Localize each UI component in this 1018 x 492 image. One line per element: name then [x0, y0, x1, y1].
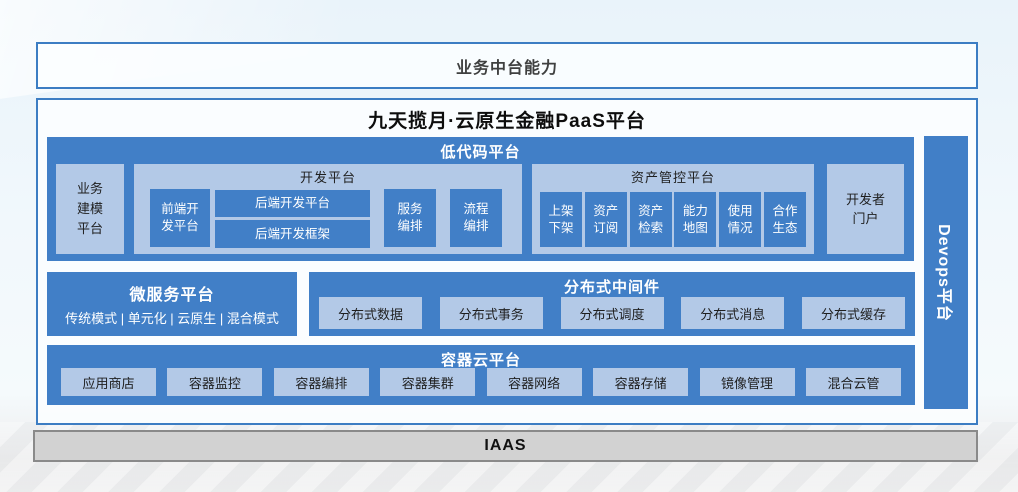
container-item-image-mgmt: 镜像管理: [700, 368, 795, 396]
microservice-modes-label: 传统模式 | 单元化 | 云原生 | 混合模式: [65, 308, 279, 327]
asset-item-search: 资产 检索: [630, 192, 672, 247]
container-item-storage: 容器存储: [593, 368, 688, 396]
container-item-cluster: 容器集群: [380, 368, 475, 396]
dev-platform-title: 开发平台: [134, 164, 522, 186]
middleware-item-data: 分布式数据: [319, 297, 422, 329]
middleware-item-cache: 分布式缓存: [802, 297, 905, 329]
asset-item-cooperation: 合作 生态: [764, 192, 806, 247]
container-item-orchestration: 容器编排: [274, 368, 369, 396]
middleware-item-transaction: 分布式事务: [440, 297, 543, 329]
container-cloud-items-row: 应用商店 容器监控 容器编排 容器集群 容器网络 容器存储 镜像管理 混合云管: [61, 368, 901, 396]
asset-control-platform-group: 资产管控平台 上架 下架 资产 订阅 资产 检索 能力 地图 使用 情况 合作 …: [532, 164, 814, 254]
paas-platform-title: 九天揽月·云原生金融PaaS平台: [38, 106, 976, 133]
container-item-monitoring: 容器监控: [167, 368, 262, 396]
asset-item-usage: 使用 情况: [719, 192, 761, 247]
distributed-middleware-section: 分布式中间件 分布式数据 分布式事务 分布式调度 分布式消息 分布式缓存: [309, 272, 915, 336]
container-item-hybrid-cloud: 混合云管: [806, 368, 901, 396]
business-capability-label: 业务中台能力: [456, 54, 558, 78]
dev-platform-group: 开发平台 前端开 发平台 后端开发平台 后端开发框架 服务 编排 流程 编排: [134, 164, 522, 254]
asset-item-capability-map: 能力 地图: [674, 192, 716, 247]
container-item-network: 容器网络: [487, 368, 582, 396]
microservice-platform-title: 微服务平台: [129, 281, 214, 305]
iaas-label: IAAS: [484, 437, 526, 455]
business-modeling-platform-box: 业务 建模 平台: [56, 164, 124, 254]
frontend-dev-platform-box: 前端开 发平台: [150, 189, 210, 247]
lowcode-platform-title: 低代码平台: [47, 137, 914, 162]
devops-platform-bar: Devops平台: [924, 136, 968, 409]
process-orchestration-box: 流程 编排: [450, 189, 502, 247]
middleware-items-row: 分布式数据 分布式事务 分布式调度 分布式消息 分布式缓存: [319, 297, 905, 329]
iaas-bar: IAAS: [33, 430, 978, 462]
container-cloud-platform-section: 容器云平台 应用商店 容器监控 容器编排 容器集群 容器网络 容器存储 镜像管理…: [47, 345, 915, 405]
middleware-item-message: 分布式消息: [681, 297, 784, 329]
asset-control-items-row: 上架 下架 资产 订阅 资产 检索 能力 地图 使用 情况 合作 生态: [540, 192, 806, 247]
lowcode-platform-section: 低代码平台 业务 建模 平台 开发平台 前端开 发平台 后端开发平台 后端开发框…: [47, 137, 914, 261]
service-orchestration-box: 服务 编排: [384, 189, 436, 247]
microservice-platform-section: 微服务平台 传统模式 | 单元化 | 云原生 | 混合模式: [47, 272, 297, 336]
asset-item-shelf: 上架 下架: [540, 192, 582, 247]
middleware-item-scheduling: 分布式调度: [561, 297, 664, 329]
developer-portal-box: 开发者 门户: [827, 164, 904, 254]
distributed-middleware-title: 分布式中间件: [309, 272, 915, 297]
container-cloud-platform-title: 容器云平台: [47, 345, 915, 370]
business-capability-box: 业务中台能力: [36, 42, 978, 89]
asset-control-platform-title: 资产管控平台: [532, 164, 814, 186]
paas-platform-box: 九天揽月·云原生金融PaaS平台 低代码平台 业务 建模 平台 开发平台 前端开…: [36, 98, 978, 425]
devops-platform-label: Devops平台: [934, 224, 958, 322]
container-item-app-store: 应用商店: [61, 368, 156, 396]
asset-item-subscribe: 资产 订阅: [585, 192, 627, 247]
backend-dev-framework-box: 后端开发框架: [215, 220, 370, 248]
backend-dev-platform-box: 后端开发平台: [215, 190, 370, 217]
